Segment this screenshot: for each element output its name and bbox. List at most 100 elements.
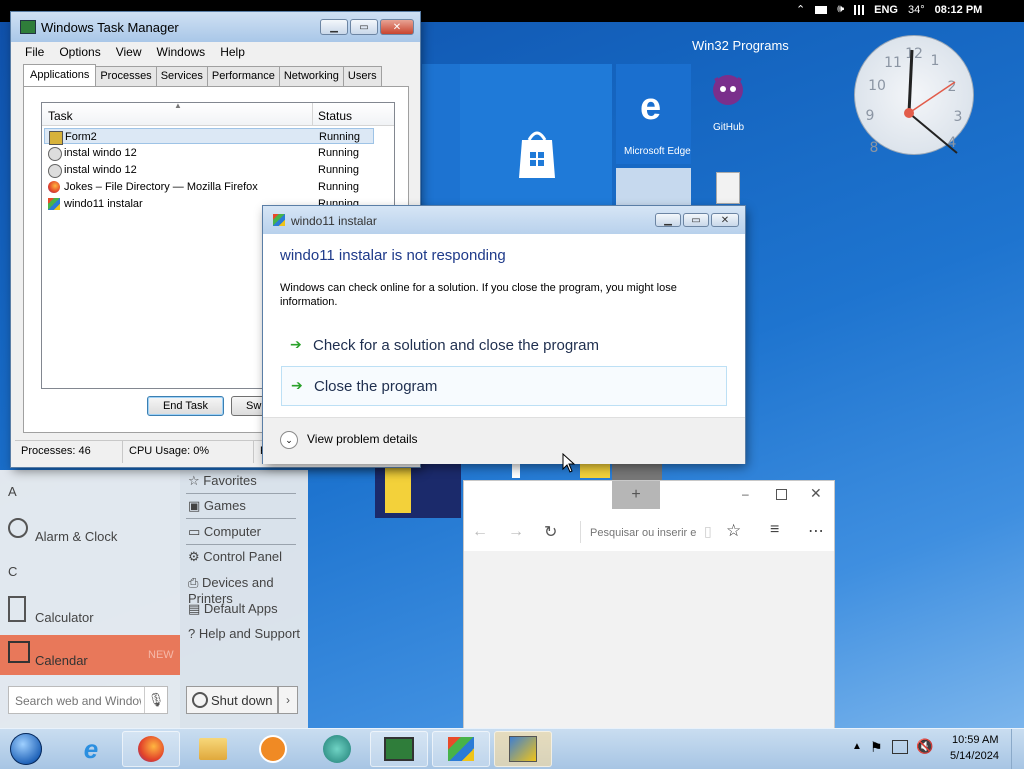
language-indicator[interactable]: ENG <box>874 4 898 16</box>
taskbar-firefox[interactable] <box>122 731 180 767</box>
close-button[interactable]: ✕ <box>711 213 739 227</box>
taskbar-task-manager[interactable] <box>370 731 428 767</box>
place-default-apps[interactable]: ▤ Default Apps <box>188 601 278 617</box>
start-button[interactable] <box>6 731 46 767</box>
show-desktop-button[interactable] <box>1011 729 1024 769</box>
tab-services[interactable]: Services <box>155 66 208 86</box>
volume-muted-icon[interactable]: 🔇 <box>916 738 933 755</box>
menu-view[interactable]: View <box>116 42 142 62</box>
table-row[interactable]: instal windo 12 Running <box>44 145 374 161</box>
table-row[interactable]: instal windo 12 Running <box>44 162 374 178</box>
place-favorites[interactable]: ☆ Favorites <box>188 473 257 489</box>
view-details-link[interactable]: View problem details <box>307 432 418 446</box>
taskbar-ie[interactable]: e <box>62 731 120 767</box>
dialog-titlebar[interactable]: windo11 instalar ▁ ▭ ✕ <box>263 206 745 234</box>
place-label: Control Panel <box>203 549 283 564</box>
forward-icon[interactable]: → <box>508 523 524 541</box>
taskbar-date[interactable]: 5/14/2024 <box>950 750 999 762</box>
search-box[interactable]: 🎙 <box>8 686 168 714</box>
chevron-up-icon[interactable]: ⌃ <box>796 3 805 16</box>
taskbar-windows-app[interactable] <box>432 731 490 767</box>
close-button[interactable]: ✕ <box>380 19 414 35</box>
app-calculator[interactable]: Calculator <box>35 610 94 625</box>
table-row[interactable]: Jokes – File Directory — Mozilla Firefox… <box>44 179 374 195</box>
clock-minute-hand <box>908 112 958 154</box>
tab-users[interactable]: Users <box>342 66 382 86</box>
minimize-button[interactable]: ▁ <box>320 19 348 35</box>
new-tab-button[interactable]: + <box>612 481 660 509</box>
menu-file[interactable]: File <box>25 42 44 62</box>
network-tray-icon[interactable] <box>892 740 908 754</box>
refresh-icon[interactable]: ↻ <box>544 522 557 542</box>
maximize-button[interactable]: ▭ <box>350 19 378 35</box>
taskbar-explorer[interactable] <box>184 731 242 767</box>
maximize-button[interactable]: ▭ <box>683 213 709 227</box>
table-row[interactable]: Form2 Running <box>44 128 374 145</box>
address-input[interactable] <box>588 523 698 543</box>
tab-applications[interactable]: Applications <box>23 64 97 86</box>
column-status[interactable]: Status <box>318 109 352 123</box>
column-task[interactable]: Task <box>48 109 73 123</box>
task-status: Running <box>318 181 359 193</box>
place-control-panel[interactable]: ⚙ Control Panel <box>188 549 282 565</box>
menu-windows[interactable]: Windows <box>157 42 206 62</box>
divider <box>186 544 296 545</box>
place-computer[interactable]: ▭ Computer <box>188 524 261 540</box>
mouse-cursor-icon <box>562 453 576 473</box>
maximize-icon[interactable] <box>776 489 787 500</box>
action-center-flag-icon[interactable]: ⚑ <box>870 739 883 756</box>
back-icon[interactable]: ← <box>472 523 488 541</box>
tile-blank[interactable] <box>616 168 691 208</box>
tab-networking[interactable]: Networking <box>278 66 344 86</box>
close-icon: ✕ <box>720 214 730 226</box>
more-icon[interactable]: ⋯ <box>808 521 824 541</box>
edge-tile[interactable]: e Microsoft Edge <box>616 64 691 164</box>
windows-installer-icon <box>48 198 60 210</box>
close-icon[interactable]: ✕ <box>810 485 822 502</box>
shutdown-options-button[interactable]: › <box>278 686 298 714</box>
task-list-header: Task ▲ Status <box>42 103 394 126</box>
tab-processes[interactable]: Processes <box>95 66 157 86</box>
end-task-button[interactable]: End Task <box>147 396 224 416</box>
battery-icon[interactable] <box>815 5 828 14</box>
document-icon[interactable] <box>716 172 740 204</box>
favorite-star-icon[interactable]: ☆ <box>726 521 741 541</box>
chevron-down-icon[interactable]: ⌄ <box>280 431 298 449</box>
maximize-icon: ▭ <box>359 21 369 33</box>
menu-options[interactable]: Options <box>59 42 100 62</box>
place-help[interactable]: ? Help and Support <box>188 626 300 641</box>
taskbar-media-player[interactable] <box>244 731 302 767</box>
close-program-option[interactable]: ➔ Close the program <box>281 366 727 406</box>
microphone-icon[interactable]: 🎙 <box>144 687 167 713</box>
task-manager-titlebar[interactable]: Windows Task Manager ▁ ▭ ✕ <box>11 12 420 42</box>
firefox-icon <box>48 181 60 193</box>
reading-view-icon[interactable]: ▯ <box>704 523 712 540</box>
shutdown-button[interactable]: Shut down <box>186 686 278 714</box>
github-tile[interactable]: GitHub <box>695 64 765 164</box>
tab-performance[interactable]: Performance <box>206 66 280 86</box>
clock-center <box>904 108 914 118</box>
place-games[interactable]: ▣ Games <box>188 498 246 514</box>
taskbar-installer[interactable] <box>494 731 552 767</box>
section-letter-a[interactable]: A <box>8 484 17 499</box>
show-hidden-icons[interactable]: ▲ <box>852 741 862 752</box>
task-manager-icon <box>20 20 36 34</box>
check-solution-option[interactable]: ➔ Check for a solution and close the pro… <box>281 326 727 366</box>
minimize-icon: ▁ <box>330 21 338 33</box>
taskbar-time[interactable]: 10:59 AM <box>952 734 998 746</box>
printer-icon: ⎙ <box>188 575 199 590</box>
app-alarm-clock[interactable]: Alarm & Clock <box>35 529 117 544</box>
task-name: windo11 instalar <box>64 198 143 210</box>
minimize-button[interactable]: ▁ <box>655 213 681 227</box>
volume-icon[interactable]: 🕪 <box>837 3 844 16</box>
taskbar-app-teal[interactable] <box>308 731 366 767</box>
app-calendar-row[interactable]: Calendar NEW <box>0 635 180 675</box>
network-icon[interactable] <box>854 4 857 15</box>
column-separator[interactable] <box>312 103 313 125</box>
minimize-icon[interactable]: – <box>742 487 749 501</box>
section-letter-c[interactable]: C <box>8 564 17 579</box>
hub-icon[interactable]: ≡ <box>770 521 779 539</box>
search-input[interactable] <box>13 690 143 712</box>
menu-help[interactable]: Help <box>220 42 245 62</box>
store-tile[interactable] <box>460 64 612 210</box>
